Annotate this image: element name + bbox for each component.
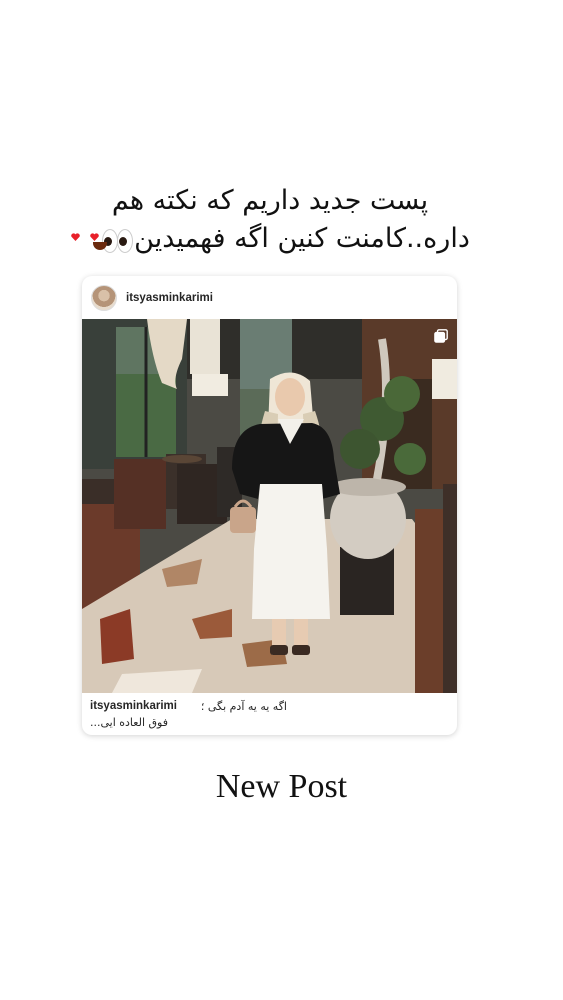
carousel-icon [434, 329, 448, 343]
caption-username[interactable]: itsyasminkarimi [90, 700, 177, 712]
headline-line-1: پست جدید داریم که نکته هم [111, 185, 429, 216]
post-username[interactable]: itsyasminkarimi [126, 292, 213, 304]
eyes-icon [100, 225, 134, 255]
emoji-group [70, 223, 134, 254]
story-screen: پست جدید داریم که نکته هم داره..کامنت کن… [0, 0, 563, 1000]
story-headline: پست جدید داریم که نکته هم داره..کامنت کن… [60, 182, 480, 258]
post-caption[interactable]: itsyasminkarimi اگه یه یه آدم بگی ؛ فوق … [82, 693, 457, 735]
headline-line-2: داره..کامنت کنین اگه فهمیدین [60, 220, 480, 258]
new-post-label: New Post [215, 768, 348, 805]
caption-text-line-2: فوق العاده ایی... [90, 716, 168, 729]
heart-eyes-face-icon [70, 225, 108, 255]
caption-text-line-1: اگه یه یه آدم بگی ؛ [200, 700, 287, 713]
shared-post-card[interactable]: itsyasminkarimi itsyasminkarimi اگه یه ی… [82, 276, 457, 735]
post-header[interactable]: itsyasminkarimi [82, 276, 457, 319]
avatar[interactable] [91, 284, 117, 311]
post-photo[interactable] [82, 319, 457, 693]
headline-line-2-text: داره..کامنت کنین اگه فهمیدین [134, 223, 470, 254]
